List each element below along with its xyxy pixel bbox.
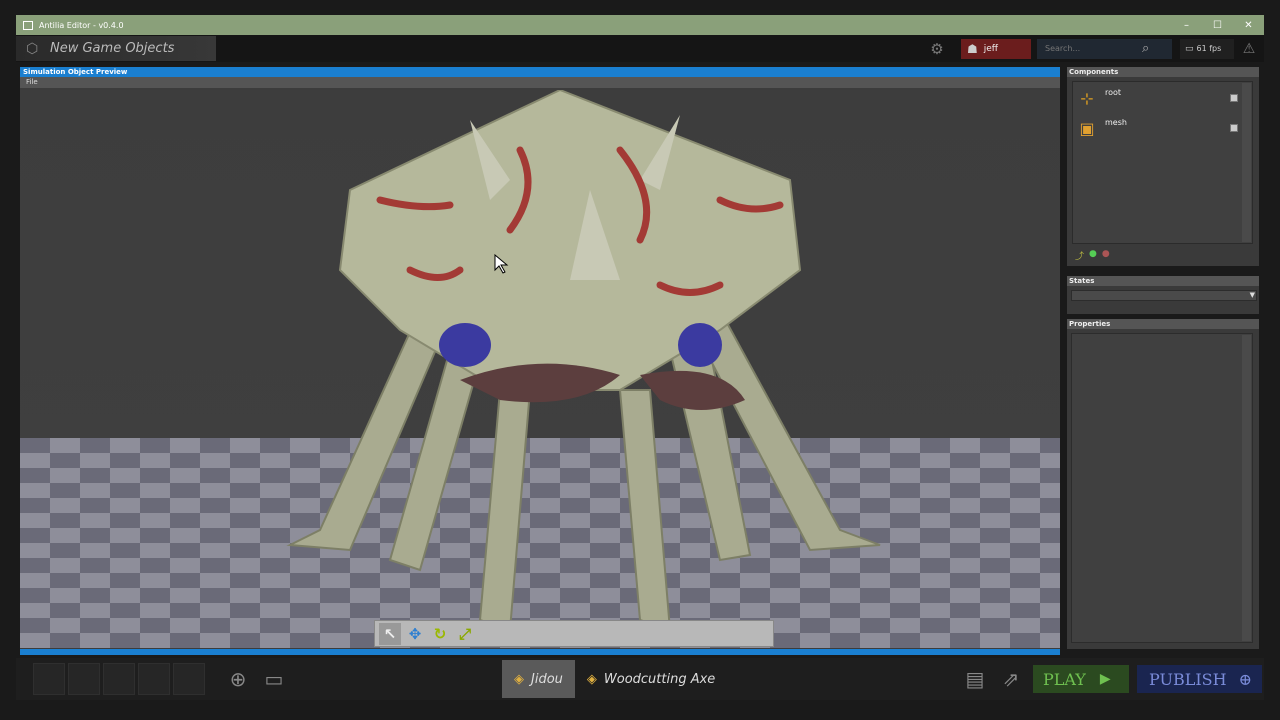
user-icon: ☗ xyxy=(967,41,978,56)
3d-viewport[interactable] xyxy=(20,90,1060,648)
properties-panel: Properties xyxy=(1067,319,1259,649)
tab-woodcutting-axe[interactable]: ◈ Woodcutting Axe xyxy=(575,660,727,698)
gear-icon[interactable]: ⚙ xyxy=(927,40,947,58)
states-dropdown[interactable]: ▼ xyxy=(1071,290,1257,301)
components-title: Components xyxy=(1067,67,1259,77)
rotate-tool-icon[interactable]: ↻ xyxy=(429,623,451,645)
minimize-button[interactable]: – xyxy=(1171,20,1202,31)
top-toolbar: ⬡ New Game Objects ⚙ ☗ jeff ⌕ ▭ 61 fps ⚠ xyxy=(16,35,1264,62)
menu-file[interactable]: File xyxy=(26,78,38,86)
quick-slot[interactable] xyxy=(68,663,100,695)
move-tool-icon[interactable]: ✥ xyxy=(404,623,426,645)
components-scrollbar[interactable] xyxy=(1242,83,1251,242)
properties-body xyxy=(1071,333,1253,643)
remove-component-icon[interactable]: ● xyxy=(1102,249,1110,262)
component-item-root[interactable]: ⊹ root xyxy=(1076,88,1238,110)
simulation-preview-panel: Simulation Object Preview File ↖ ✥ ↻ ⤢ xyxy=(20,67,1060,655)
component-toggle[interactable] xyxy=(1230,94,1238,102)
search-input[interactable] xyxy=(1037,44,1142,53)
tab-label: Jidou xyxy=(531,671,563,687)
states-panel: States ▼ xyxy=(1067,276,1259,314)
globe-icon: ⊕ xyxy=(1238,669,1252,689)
tab-label: Woodcutting Axe xyxy=(603,671,716,687)
component-actions: ⤴ ● ● xyxy=(1075,249,1115,262)
bottom-bar: ⊕ ▭ ◈ Jidou ◈ Woodcutting Axe ▤ ⇗ PLAY ▶… xyxy=(16,658,1264,700)
add-component-icon[interactable]: ● xyxy=(1089,249,1097,262)
maximize-button[interactable]: ☐ xyxy=(1202,20,1233,31)
component-toggle[interactable] xyxy=(1230,124,1238,132)
scale-tool-icon[interactable]: ⤢ xyxy=(454,623,476,645)
tab-jidou[interactable]: ◈ Jidou xyxy=(502,660,575,698)
quick-slot[interactable] xyxy=(103,663,135,695)
quick-slots xyxy=(33,663,208,695)
monitor-icon: ▭ xyxy=(1185,43,1194,54)
select-tool-icon[interactable]: ↖ xyxy=(379,622,401,645)
window-controls: – ☐ ✕ xyxy=(1171,20,1264,31)
window-title: Antilia Editor - v0.4.0 xyxy=(39,20,124,30)
save-icon[interactable]: ▤ xyxy=(957,667,993,691)
quick-slot[interactable] xyxy=(173,663,205,695)
share-icon[interactable]: ⇗ xyxy=(993,667,1029,691)
fps-counter: ▭ 61 fps xyxy=(1180,38,1234,59)
properties-scrollbar[interactable] xyxy=(1242,335,1251,641)
panel-menubar: File xyxy=(20,77,1060,88)
search-box: ⌕ xyxy=(1037,38,1172,59)
add-circle-icon[interactable]: ⊕ xyxy=(220,667,256,691)
bottom-actions: ▤ ⇗ PLAY ▶ PUBLISH ⊕ xyxy=(957,665,1264,693)
play-button[interactable]: PLAY ▶ xyxy=(1033,665,1129,693)
cube-icon: ⬡ xyxy=(26,40,39,57)
game-objects-label: New Game Objects xyxy=(50,41,175,56)
folder-icon[interactable]: ▭ xyxy=(256,667,292,691)
publish-button[interactable]: PUBLISH ⊕ xyxy=(1137,665,1262,693)
play-icon: ▶ xyxy=(1099,671,1111,687)
fps-value: 61 fps xyxy=(1196,44,1222,53)
component-item-mesh[interactable]: ▣ mesh xyxy=(1076,118,1238,140)
add-child-icon[interactable]: ⤴ xyxy=(1075,249,1084,262)
component-label: mesh xyxy=(1105,118,1127,127)
object-cube-icon: ◈ xyxy=(514,671,524,687)
app-icon xyxy=(23,20,33,30)
close-button[interactable]: ✕ xyxy=(1233,20,1264,31)
publish-label: PUBLISH xyxy=(1149,669,1227,689)
game-objects-selector[interactable]: ⬡ New Game Objects xyxy=(16,36,216,61)
creature-model xyxy=(286,90,881,632)
user-account-button[interactable]: ☗ jeff xyxy=(961,38,1031,59)
window-titlebar: Antilia Editor - v0.4.0 – ☐ ✕ xyxy=(16,15,1264,35)
user-name: jeff xyxy=(983,43,999,54)
quick-slot[interactable] xyxy=(138,663,170,695)
chevron-down-icon: ▼ xyxy=(1249,291,1255,299)
component-label: root xyxy=(1105,88,1122,97)
transform-toolbar: ↖ ✥ ↻ ⤢ xyxy=(374,620,774,647)
play-label: PLAY xyxy=(1043,669,1086,689)
states-title: States xyxy=(1067,276,1259,286)
mesh-box-icon: ▣ xyxy=(1079,119,1095,138)
axis-gizmo-icon: ⊹ xyxy=(1080,89,1094,108)
components-panel: Components ⊹ root ▣ mesh ⤴ ● ● xyxy=(1067,67,1259,266)
panel-status-strip xyxy=(20,649,1060,655)
search-icon[interactable]: ⌕ xyxy=(1142,41,1149,56)
properties-title: Properties xyxy=(1067,319,1259,329)
warning-icon[interactable]: ⚠ xyxy=(1234,41,1264,57)
quick-slot[interactable] xyxy=(33,663,65,695)
object-cube-icon: ◈ xyxy=(586,671,597,687)
components-list: ⊹ root ▣ mesh xyxy=(1072,81,1253,244)
panel-title: Simulation Object Preview xyxy=(20,67,1060,77)
